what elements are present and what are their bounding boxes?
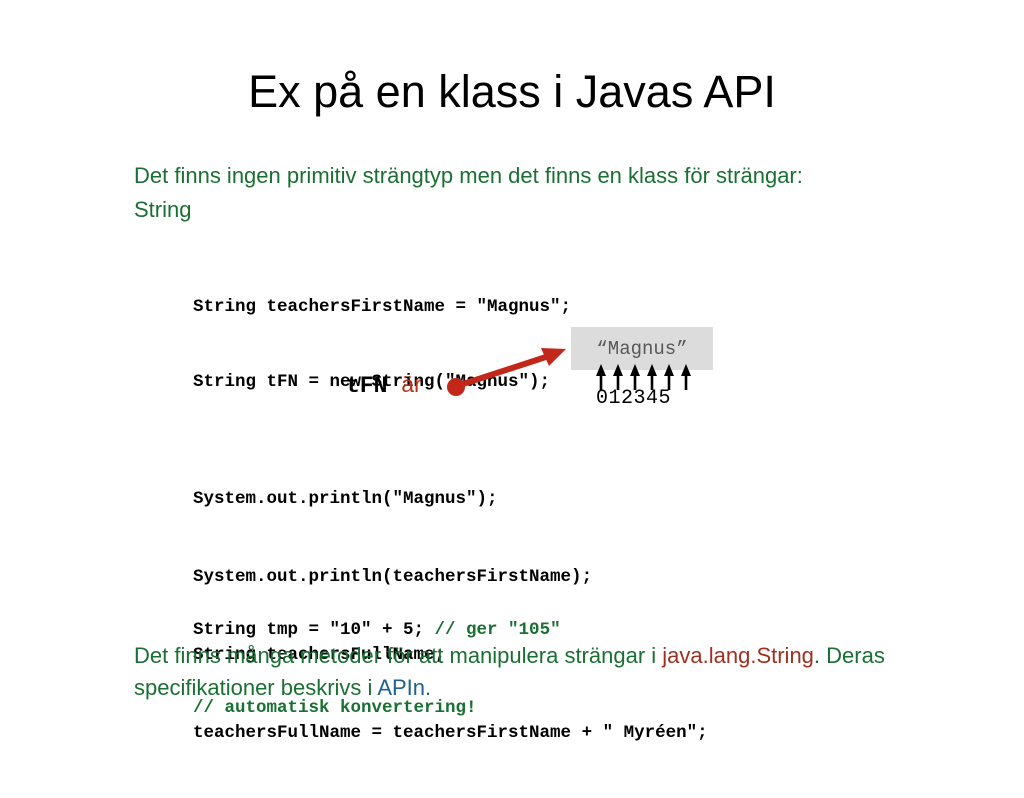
- pointer-verb: är: [401, 371, 422, 397]
- string-index-digits: 012345: [596, 387, 672, 410]
- intro-paragraph: Det finns ingen primitiv strängtyp men d…: [134, 163, 803, 222]
- outro-paragraph: Det finns många metoder för att manipule…: [134, 640, 894, 704]
- outro-api-link: APIn: [377, 675, 426, 700]
- code-line: String teachersFirstName = "Magnus";: [193, 297, 572, 317]
- outro-text-part3: .: [425, 675, 432, 700]
- code-statement: String tmp = "10" + 5;: [193, 620, 435, 640]
- string-value-text: “Magnus”: [596, 337, 688, 360]
- code-line: System.out.println("Magnus");: [193, 489, 498, 509]
- page-title: Ex på en klass i Javas API: [248, 66, 776, 117]
- pointer-variable-name: tFN: [346, 373, 388, 399]
- string-value-box: “Magnus”: [571, 327, 713, 370]
- code-comment: // ger "105": [434, 620, 561, 640]
- outro-class-name: java.lang.String: [662, 643, 814, 668]
- slide-canvas: Ex på en klass i Javas API Det finns ing…: [0, 0, 1024, 768]
- pointer-label: tFN är: [346, 370, 422, 400]
- outro-text-part1: Det finns många metoder för att manipule…: [134, 643, 663, 668]
- code-block-declarations: String teachersFirstName = "Magnus"; Str…: [193, 245, 571, 445]
